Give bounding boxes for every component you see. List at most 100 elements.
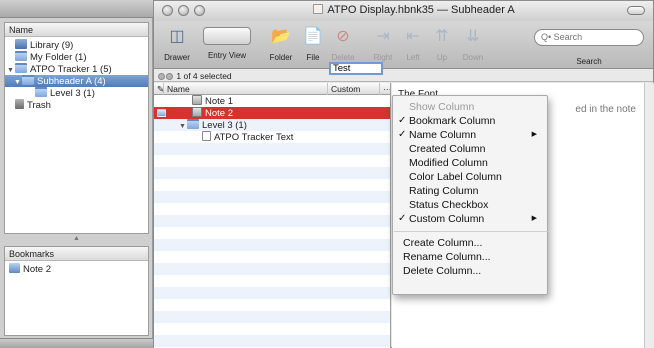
bookmark-column-header[interactable]: ✎ [154,83,164,95]
close-button[interactable] [162,5,173,16]
submenu-arrow-icon: ▶ [531,215,537,222]
custom-column-header[interactable]: Custom [328,83,380,95]
sidebar-item-atpo-tracker[interactable]: ▼ ATPO Tracker 1 (5) [5,63,148,75]
delete-icon: ⊘ [336,28,350,45]
window-title: ATPO Display.hbnk35 — Subheader A [294,4,534,16]
outline-table: ✎ Name Custom ··· Note 1 Note 2 ▼ Level 3… [154,83,391,348]
sidebar-item-label: Trash [27,100,51,111]
entry-view-button[interactable]: Entry View [198,25,256,60]
menu-item-rating-column[interactable]: Rating Column [393,184,549,198]
menu-item-custom-column[interactable]: ✓ Custom Column ▶ [393,212,549,226]
sidebar-item-level-3[interactable]: Level 3 (1) [5,87,148,99]
menu-item-create-column[interactable]: Create Column... [393,236,549,250]
drawer-button[interactable]: ◫ Drawer [162,25,192,62]
submenu-arrow-icon: ▶ [531,131,537,138]
drawer-icon: ◫ [169,28,185,45]
table-row[interactable]: ATPO Tracker Text [154,131,390,143]
note-icon [192,95,202,105]
checkmark-icon: ✓ [398,129,407,140]
minimize-button[interactable] [178,5,189,16]
empty-row [154,323,390,335]
toolbar: ◫ Drawer Entry View 📂 Folder 📄 File ⊘ Delete… [154,21,653,69]
bookmark-item[interactable]: Note 2 [5,263,148,275]
menu-separator [394,231,548,232]
empty-row [154,311,390,323]
drawer-bottom-bar [0,338,153,348]
menu-item-name-column[interactable]: ✓ Name Column ▶ [393,128,549,142]
table-row-selected[interactable]: Note 2 [154,107,390,119]
empty-row [154,251,390,263]
empty-row [154,299,390,311]
menu-item-delete-column[interactable]: Delete Column... [393,264,549,278]
menu-item-created-column[interactable]: Created Column [393,142,549,156]
file-add-icon: 📄 [303,28,323,45]
drawer-topbar [0,0,153,18]
selection-count: 1 of 4 selected [176,71,232,81]
empty-row [154,179,390,191]
folder-icon [187,119,199,129]
empty-row [154,167,390,179]
empty-row [154,287,390,299]
table-row[interactable]: ▼ Level 3 (1) [154,119,390,131]
new-file-button[interactable]: 📄 File [300,25,326,62]
table-row[interactable]: Note 1 [154,95,390,107]
empty-row [154,335,390,347]
source-list-header[interactable]: Name [5,23,148,37]
folder-add-icon: 📂 [271,28,291,45]
name-column-header[interactable]: Name [164,83,328,95]
menu-item-modified-column[interactable]: Modified Column [393,156,549,170]
note-icon [192,107,202,117]
empty-row [154,191,390,203]
sidebar-item-label: My Folder (1) [30,52,87,63]
text-document-icon [202,131,211,141]
indent-right-button[interactable]: ⇥ Right [370,25,396,62]
move-up-button[interactable]: ⇈ Up [430,25,454,62]
column-context-menu: Show Column ✓ Bookmark Column ✓ Name Colum… [392,95,548,295]
folder-icon [15,63,27,73]
sidebar-item-library[interactable]: Library (9) [5,39,148,51]
checkmark-icon: ✓ [398,115,407,126]
sidebar-item-my-folder[interactable]: My Folder (1) [5,51,148,63]
empty-row [154,155,390,167]
trash-icon [15,99,24,109]
menu-item-bookmark-column[interactable]: ✓ Bookmark Column [393,114,549,128]
new-folder-button[interactable]: 📂 Folder [266,25,296,62]
note-scrollbar[interactable] [644,83,654,348]
search-input[interactable]: Q• Search [534,29,644,46]
sidebar-item-trash[interactable]: Trash [5,99,148,111]
menu-item-color-label-column[interactable]: Color Label Column [393,170,549,184]
empty-row [154,203,390,215]
menu-item-show-column: Show Column [409,101,475,113]
delete-button[interactable]: ⊘ Delete [328,25,358,62]
menu-item-rename-column[interactable]: Rename Column... [393,250,549,264]
empty-row [154,263,390,275]
bookmark-label: Note 2 [23,264,51,275]
custom-cell-editor[interactable] [329,62,383,75]
toolbar-toggle-button[interactable] [627,6,645,15]
move-down-icon: ⇊ [466,28,480,45]
bookmark-icon [9,263,20,273]
sidebar-item-label: Level 3 (1) [50,88,95,99]
zoom-button[interactable] [194,5,205,16]
column-options-header[interactable]: ··· [380,83,390,95]
status-bar: 1 of 4 selected [154,70,653,82]
bookmark-flag-icon [157,109,166,117]
status-left-icon[interactable] [158,73,165,80]
search-label: Search [576,57,602,66]
title-bar: ATPO Display.hbnk35 — Subheader A [154,1,653,21]
folder-icon [35,87,47,97]
empty-row [154,239,390,251]
indent-right-icon: ⇥ [376,28,390,45]
move-down-button[interactable]: ⇊ Down [458,25,488,62]
status-right-icon[interactable] [166,73,173,80]
indent-left-button[interactable]: ⇤ Left [400,25,426,62]
menu-item-status-checkbox[interactable]: Status Checkbox [393,198,549,212]
outline-rows: Note 1 Note 2 ▼ Level 3 (1) ATPO Tracker … [154,95,390,348]
folder-icon [22,75,34,85]
sidebar-item-subheader-a[interactable]: ▼ Subheader A (4) [5,75,148,87]
empty-row [154,143,390,155]
source-list: Name Library (9) My Folder (1) ▼ ATPO Tra… [4,22,149,234]
splitter-handle[interactable]: ▲ [73,235,80,242]
folder-icon [15,51,27,61]
empty-row [154,215,390,227]
